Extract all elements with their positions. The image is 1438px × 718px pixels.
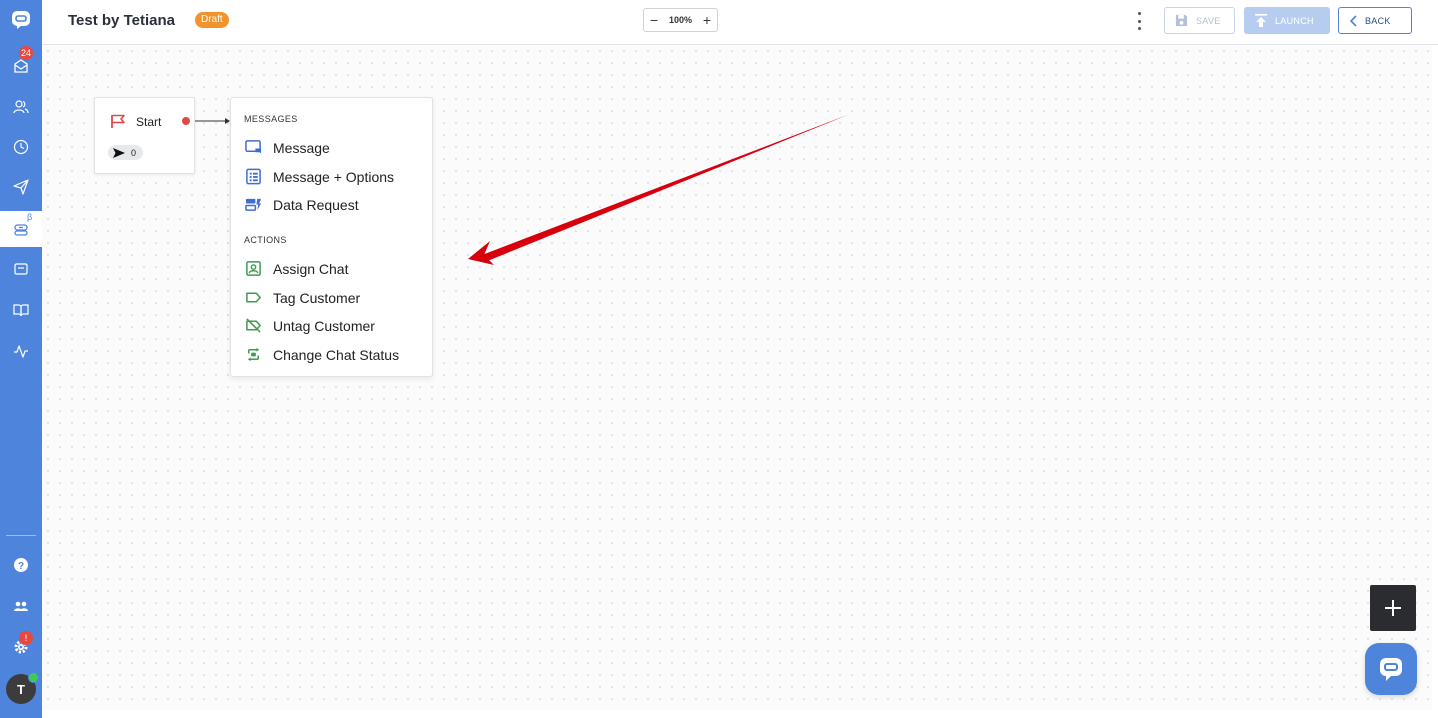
launch-label: LAUNCH (1275, 15, 1314, 26)
start-sent-counter: 0 (108, 145, 143, 160)
launch-button[interactable]: LAUNCH (1244, 7, 1330, 34)
support-chat-button[interactable] (1365, 643, 1417, 695)
zoom-level: 100% (668, 15, 693, 25)
connector-arrow (195, 118, 230, 124)
help-icon: ? (14, 558, 28, 572)
back-button[interactable]: BACK (1338, 7, 1412, 34)
menu-item-tag-customer[interactable]: Tag Customer (245, 289, 360, 306)
top-bar: Test by Tetiana Draft − 100% + SAVE LAUN… (42, 0, 1438, 45)
logo-button[interactable] (0, 2, 42, 38)
menu-item-assign-chat[interactable]: Assign Chat (245, 260, 348, 277)
send-icon (13, 179, 29, 195)
assign-chat-icon (246, 261, 261, 276)
sidebar-item-help[interactable]: ? (0, 547, 42, 583)
menu-item-label: Change Chat Status (273, 346, 400, 363)
menu-item-message-options[interactable]: Message + Options (245, 168, 394, 185)
save-label: SAVE (1196, 15, 1221, 26)
sidebar-item-history[interactable] (0, 129, 42, 165)
change-status-icon (247, 347, 260, 362)
plus-icon (1385, 600, 1401, 616)
more-options-icon[interactable] (1132, 12, 1146, 30)
save-button[interactable]: SAVE (1164, 7, 1235, 34)
sidebar-item-widget[interactable] (0, 251, 42, 287)
zoom-out-button[interactable]: − (650, 13, 658, 27)
sidebar-item-settings[interactable]: ! (0, 629, 42, 665)
save-icon (1175, 14, 1188, 27)
book-icon (13, 304, 29, 317)
history-icon (13, 139, 29, 155)
sidebar-item-inbox[interactable]: 24 (0, 46, 42, 84)
avatar-initial: T (17, 681, 25, 697)
menu-item-label: Tag Customer (273, 289, 361, 306)
sidebar-item-knowledge[interactable] (0, 292, 42, 328)
sidebar-item-contacts[interactable] (0, 89, 42, 125)
inbox-icon (14, 59, 28, 73)
sidebar-item-broadcast[interactable] (0, 169, 42, 205)
sidebar-divider (6, 535, 36, 536)
start-count-value: 0 (131, 147, 137, 158)
chevron-left-icon (1349, 14, 1357, 27)
inbox-badge: 24 (19, 46, 34, 60)
team-icon (14, 601, 28, 611)
node-type-menu: MESSAGES Message Message + Options Data … (230, 97, 433, 377)
page-title: Test by Tetiana (68, 12, 175, 29)
message-icon (245, 140, 262, 154)
status-badge: Draft (195, 12, 229, 28)
launch-icon (1255, 14, 1267, 27)
menu-item-label: Assign Chat (273, 260, 349, 277)
message-options-icon (246, 168, 261, 185)
start-output-port[interactable] (182, 117, 190, 125)
settings-badge: ! (19, 631, 33, 645)
flag-icon (111, 114, 125, 128)
zoom-in-button[interactable]: + (703, 13, 711, 27)
add-node-button[interactable] (1370, 585, 1416, 631)
back-label: BACK (1365, 15, 1391, 26)
chat-logo-icon (12, 11, 30, 29)
send-icon (113, 147, 125, 158)
start-label: Start (136, 115, 162, 129)
messages-heading: MESSAGES (244, 114, 298, 124)
analytics-icon (14, 345, 28, 358)
beta-mark: β (27, 212, 33, 222)
menu-item-message[interactable]: Message (245, 139, 330, 156)
sidebar-item-team[interactable] (0, 588, 42, 624)
menu-item-untag-customer[interactable]: Untag Customer (245, 317, 375, 334)
actions-heading: ACTIONS (244, 235, 287, 245)
sidebar: 24 β ? ! T (0, 0, 42, 718)
menu-item-data-request[interactable]: Data Request (245, 196, 359, 213)
menu-item-label: Data Request (273, 196, 359, 213)
contacts-icon (13, 100, 29, 114)
widget-icon (14, 263, 28, 275)
online-status-dot (28, 672, 39, 683)
bot-icon (14, 224, 28, 236)
menu-item-label: Untag Customer (273, 317, 375, 334)
svg-text:?: ? (18, 561, 24, 572)
untag-icon (246, 318, 261, 333)
data-request-icon (245, 198, 262, 211)
sidebar-item-analytics[interactable] (0, 333, 42, 369)
start-node[interactable]: Start 0 (94, 97, 195, 174)
menu-item-change-chat-status[interactable]: Change Chat Status (245, 346, 399, 363)
tag-icon (246, 292, 261, 303)
menu-item-label: Message (273, 139, 330, 156)
sidebar-item-bots[interactable]: β (0, 211, 42, 247)
menu-item-label: Message + Options (273, 168, 395, 185)
zoom-control: − 100% + (643, 8, 718, 32)
chat-icon (1380, 658, 1402, 681)
